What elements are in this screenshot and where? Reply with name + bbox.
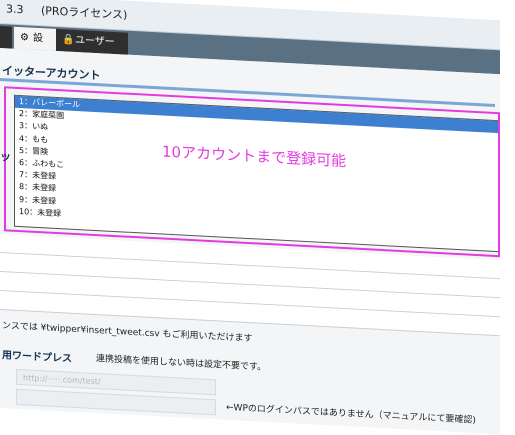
gear-icon: ⚙ bbox=[20, 32, 29, 44]
license-edition: (PROライセンス) bbox=[41, 4, 128, 22]
app-version: 3.3 bbox=[6, 2, 24, 17]
settings-panel: イッターアカウント 1：バレーボール 2：家庭菜園 3：いぬ 4：もも 5：冒険… bbox=[0, 48, 500, 435]
wp-section-note: 連携投稿を使用しない時は設定不要です。 bbox=[96, 354, 267, 373]
wp-section-title: 用ワードプレス bbox=[2, 350, 72, 365]
wp-hint: ←WPのログインパスではありません（マニュアルにて要確認) bbox=[226, 402, 476, 426]
tab-settings[interactable]: ⚙ 設定 bbox=[14, 26, 56, 66]
tab-previous[interactable] bbox=[0, 26, 12, 49]
wp-url-value: http://·····.com/test/ bbox=[23, 373, 101, 387]
lock-icon: 🔒 bbox=[62, 34, 75, 46]
account-list[interactable]: 1：バレーボール 2：家庭菜園 3：いぬ 4：もも 5：冒険 6：ふわもこ 7：… bbox=[14, 94, 500, 253]
csv-note: ンスでは ¥twipper¥insert_tweet.csv もご利用いただけま… bbox=[2, 321, 253, 345]
side-label: ッ bbox=[0, 150, 11, 164]
app-window: 3.3 (PROライセンス) ⚙ 設定 🔒ユーザー認証 イッターアカウント 1：バ… bbox=[0, 0, 515, 435]
blank-rows bbox=[0, 234, 500, 337]
